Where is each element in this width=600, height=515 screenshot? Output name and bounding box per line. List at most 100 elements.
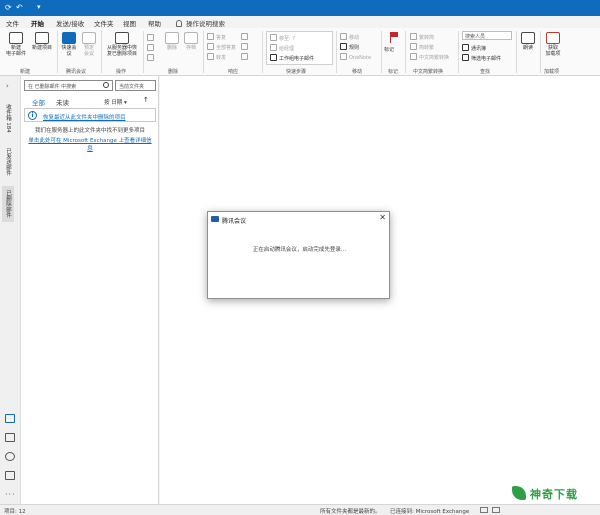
lightbulb-icon bbox=[176, 20, 182, 27]
group-label-new: 新建 bbox=[20, 69, 31, 75]
tab-file[interactable]: 文件 bbox=[6, 18, 19, 28]
exchange-details-link[interactable]: 单击此处可在 Microsoft Exchange 上查看详细信息 bbox=[27, 137, 153, 153]
trash-icon bbox=[165, 32, 179, 44]
ignore-button[interactable] bbox=[147, 34, 156, 42]
item-count: 项目: 12 bbox=[4, 509, 26, 515]
close-icon[interactable]: ✕ bbox=[379, 213, 386, 222]
message-list-pane: 在 已删除邮件 中搜索 当前文件夹 全部 未读 按 日期 ▾ ↑ i 恢复最近从… bbox=[21, 76, 159, 504]
filter-tab-all[interactable]: 全部 bbox=[32, 97, 45, 109]
read-aloud-icon bbox=[521, 32, 535, 44]
forward-button[interactable]: 转发 bbox=[207, 53, 226, 61]
group-separator bbox=[458, 31, 459, 73]
im-reply-button[interactable] bbox=[241, 43, 250, 51]
leaf-logo-icon bbox=[512, 486, 526, 500]
quickstep-move-to[interactable]: 移至: ? bbox=[270, 34, 295, 42]
quickstep-team-email[interactable]: 工作组电子邮件 bbox=[270, 54, 314, 62]
group-label-respond: 响应 bbox=[228, 69, 239, 75]
meeting-reply-button[interactable] bbox=[241, 33, 250, 41]
dialog-message: 正在启动腾讯会议，启动完成先登录... bbox=[252, 247, 347, 253]
search-scope-dropdown[interactable]: 当前文件夹 bbox=[115, 80, 156, 91]
rail-folder-deleted[interactable]: 已删除邮件 bbox=[2, 186, 14, 222]
simp-to-trad-button[interactable]: 简转繁 bbox=[410, 43, 434, 51]
trad-to-simp-button[interactable]: 繁转简 bbox=[410, 33, 434, 41]
tab-home[interactable]: 开始 bbox=[31, 18, 44, 31]
undo-icon[interactable]: ↶ bbox=[16, 3, 23, 13]
group-separator bbox=[336, 31, 337, 73]
normal-view-icon[interactable] bbox=[480, 507, 488, 513]
rail-folder-inbox[interactable]: 收件箱 184 bbox=[4, 104, 12, 133]
calendar-icon bbox=[82, 32, 96, 44]
tencent-meeting-dialog: 腾讯会议 ✕ 正在启动腾讯会议，启动完成先登录... bbox=[207, 211, 390, 299]
group-label-find: 查找 bbox=[480, 69, 491, 75]
sort-by-date-dropdown[interactable]: 按 日期 ▾ bbox=[104, 98, 127, 106]
group-label-move: 移动 bbox=[352, 69, 363, 75]
customize-quick-access-icon[interactable]: ▾ bbox=[37, 3, 41, 11]
sync-status: 所有文件夹都是最新的。 bbox=[320, 509, 381, 515]
read-aloud-button[interactable]: 朗读 bbox=[519, 32, 537, 51]
ribbon: 新建 电子邮件 新建项目 新建 快速会 议 预定 会议 腾讯会议 从服务器中恢 … bbox=[0, 28, 600, 76]
people-icon[interactable] bbox=[5, 452, 15, 461]
quickstep-to-manager[interactable]: 给经理 bbox=[270, 44, 294, 52]
tag-button[interactable]: 标记 bbox=[384, 46, 394, 53]
group-separator bbox=[203, 31, 204, 73]
connection-status: 已连接到: Microsoft Exchange bbox=[390, 509, 470, 515]
rail-folder-sent[interactable]: 已发送邮件 bbox=[4, 148, 12, 176]
send-receive-icon[interactable]: ⟳ bbox=[5, 3, 12, 13]
filter-email-button[interactable]: 筛选电子邮件 bbox=[462, 54, 501, 62]
cn-conversion-button[interactable]: 中文简繁转换 bbox=[410, 53, 449, 61]
group-separator bbox=[262, 31, 263, 73]
group-label-tags: 标记 bbox=[388, 69, 399, 75]
new-items-icon bbox=[35, 32, 49, 44]
cleanup-button[interactable] bbox=[147, 44, 156, 52]
calendar-icon[interactable] bbox=[5, 433, 15, 442]
get-addins-button[interactable]: 获取 加载项 bbox=[542, 32, 564, 57]
more-respond-button[interactable] bbox=[241, 53, 250, 61]
rules-button[interactable]: 规则 bbox=[340, 43, 359, 51]
tab-help[interactable]: 帮助 bbox=[148, 18, 161, 28]
more-apps-icon[interactable]: ··· bbox=[5, 490, 16, 499]
tell-me-search[interactable]: 操作说明搜索 bbox=[176, 18, 225, 28]
archive-icon bbox=[184, 32, 198, 44]
tab-send-receive[interactable]: 发送/接收 bbox=[56, 18, 84, 28]
tencent-meeting-icon bbox=[62, 32, 76, 44]
reply-button[interactable]: 答复 bbox=[207, 33, 226, 41]
folder-rail: › 收件箱 184 已发送邮件 已删除邮件 ··· bbox=[0, 76, 21, 504]
filter-tab-unread[interactable]: 未读 bbox=[56, 97, 69, 107]
recover-deleted-link[interactable]: 恢复最近从此文件夹中删除的项目 bbox=[43, 113, 126, 121]
address-book-button[interactable]: 通讯簿 bbox=[462, 44, 486, 52]
people-search-input[interactable]: 搜索人员 bbox=[462, 31, 512, 40]
junk-button[interactable] bbox=[147, 54, 156, 62]
expand-folder-pane-icon[interactable]: › bbox=[6, 82, 9, 90]
delete-button[interactable]: 删除 bbox=[163, 32, 181, 51]
group-separator bbox=[143, 31, 144, 73]
new-items-button[interactable]: 新建项目 bbox=[29, 32, 55, 51]
group-label-actions: 操作 bbox=[116, 69, 127, 75]
tab-folder[interactable]: 文件夹 bbox=[94, 18, 114, 28]
recover-deleted-items-button[interactable]: 从服务器中恢 复已删除项目 bbox=[103, 32, 141, 57]
mail-icon[interactable] bbox=[5, 414, 15, 423]
tab-view[interactable]: 视图 bbox=[123, 18, 136, 28]
flag-icon bbox=[389, 32, 399, 43]
group-separator bbox=[381, 31, 382, 73]
status-bar: 项目: 12 所有文件夹都是最新的。 已连接到: Microsoft Excha… bbox=[0, 504, 600, 515]
sort-direction-icon[interactable]: ↑ bbox=[143, 96, 149, 104]
group-separator bbox=[57, 31, 58, 73]
quick-steps-gallery[interactable]: 移至: ? 给经理 工作组电子邮件 bbox=[266, 31, 333, 65]
group-separator bbox=[405, 31, 406, 73]
group-separator bbox=[516, 31, 517, 73]
schedule-meeting-button[interactable]: 预定 会议 bbox=[79, 32, 99, 57]
title-bar: ⟳ ↶ ▾ bbox=[0, 0, 600, 16]
reading-view-icon[interactable] bbox=[492, 507, 500, 513]
onenote-button[interactable]: OneNote bbox=[340, 53, 371, 61]
move-button[interactable]: 移动 bbox=[340, 33, 359, 41]
reply-all-button[interactable]: 全部答复 bbox=[207, 43, 236, 51]
search-input[interactable]: 在 已删除邮件 中搜索 bbox=[24, 80, 113, 91]
group-label-quick-steps: 快速步骤 bbox=[286, 69, 307, 75]
tasks-icon[interactable] bbox=[5, 471, 15, 480]
watermark-text: 神奇下载 bbox=[530, 488, 578, 501]
group-separator bbox=[540, 31, 541, 73]
new-email-button[interactable]: 新建 电子邮件 bbox=[3, 32, 29, 57]
tencent-quick-meeting-button[interactable]: 快速会 议 bbox=[59, 32, 79, 57]
addins-grid-icon bbox=[546, 32, 560, 44]
archive-button[interactable]: 存档 bbox=[182, 32, 200, 51]
